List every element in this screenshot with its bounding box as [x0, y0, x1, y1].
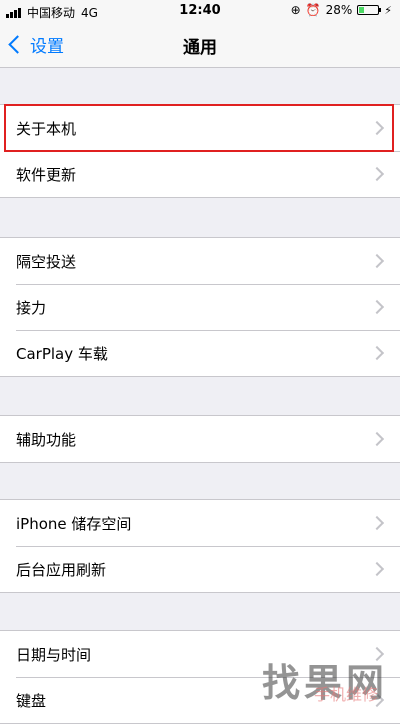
row-iphone-storage[interactable]: iPhone 储存空间: [0, 500, 400, 546]
watermark-subtext: 手机维修: [313, 685, 378, 704]
row-airdrop[interactable]: 隔空投送: [0, 238, 400, 284]
status-bar: 中国移动 4G 12:40 ⊕ ⏰ 28% ⚡: [0, 0, 400, 22]
chevron-right-icon: [369, 345, 385, 361]
orientation-lock-icon: ⊕: [290, 3, 301, 17]
row-about-phone[interactable]: 关于本机: [0, 105, 400, 151]
row-accessibility[interactable]: 辅助功能: [0, 416, 400, 462]
alarm-icon: ⏰: [305, 3, 321, 17]
settings-group-accessibility: 辅助功能: [0, 415, 400, 463]
row-label: iPhone 储存空间: [16, 514, 132, 533]
chevron-right-icon: [369, 253, 385, 269]
row-label: 日期与时间: [16, 645, 92, 664]
battery-icon: [357, 5, 382, 15]
navigation-bar: 设置 通用: [0, 22, 400, 68]
chevron-right-icon: [369, 120, 385, 136]
row-background-refresh[interactable]: 后台应用刷新: [0, 546, 400, 592]
chevron-right-icon: [369, 166, 385, 182]
settings-group-connectivity: 隔空投送 接力 CarPlay 车载: [0, 237, 400, 377]
battery-percent: 28%: [325, 3, 353, 17]
row-software-update[interactable]: 软件更新: [0, 151, 400, 197]
status-right: ⊕ ⏰ 28% ⚡: [286, 3, 392, 17]
chevron-right-icon: [369, 515, 385, 531]
row-label: 后台应用刷新: [16, 560, 107, 579]
chevron-right-icon: [369, 431, 385, 447]
chevron-right-icon: [369, 561, 385, 577]
chevron-right-icon: [369, 299, 385, 315]
row-handoff[interactable]: 接力: [0, 284, 400, 330]
row-label: 隔空投送: [16, 252, 77, 271]
row-label: 键盘: [16, 691, 47, 710]
page-title: 通用: [183, 38, 217, 58]
charging-icon: ⚡: [384, 3, 392, 17]
row-label: CarPlay 车载: [16, 344, 108, 363]
row-label: 关于本机: [16, 119, 77, 138]
row-carplay[interactable]: CarPlay 车载: [0, 330, 400, 376]
row-label: 接力: [16, 298, 47, 317]
settings-group-storage: iPhone 储存空间 后台应用刷新: [0, 499, 400, 593]
row-label: 辅助功能: [16, 430, 77, 449]
settings-group-about: 关于本机 软件更新: [0, 104, 400, 198]
row-label: 软件更新: [16, 165, 77, 184]
